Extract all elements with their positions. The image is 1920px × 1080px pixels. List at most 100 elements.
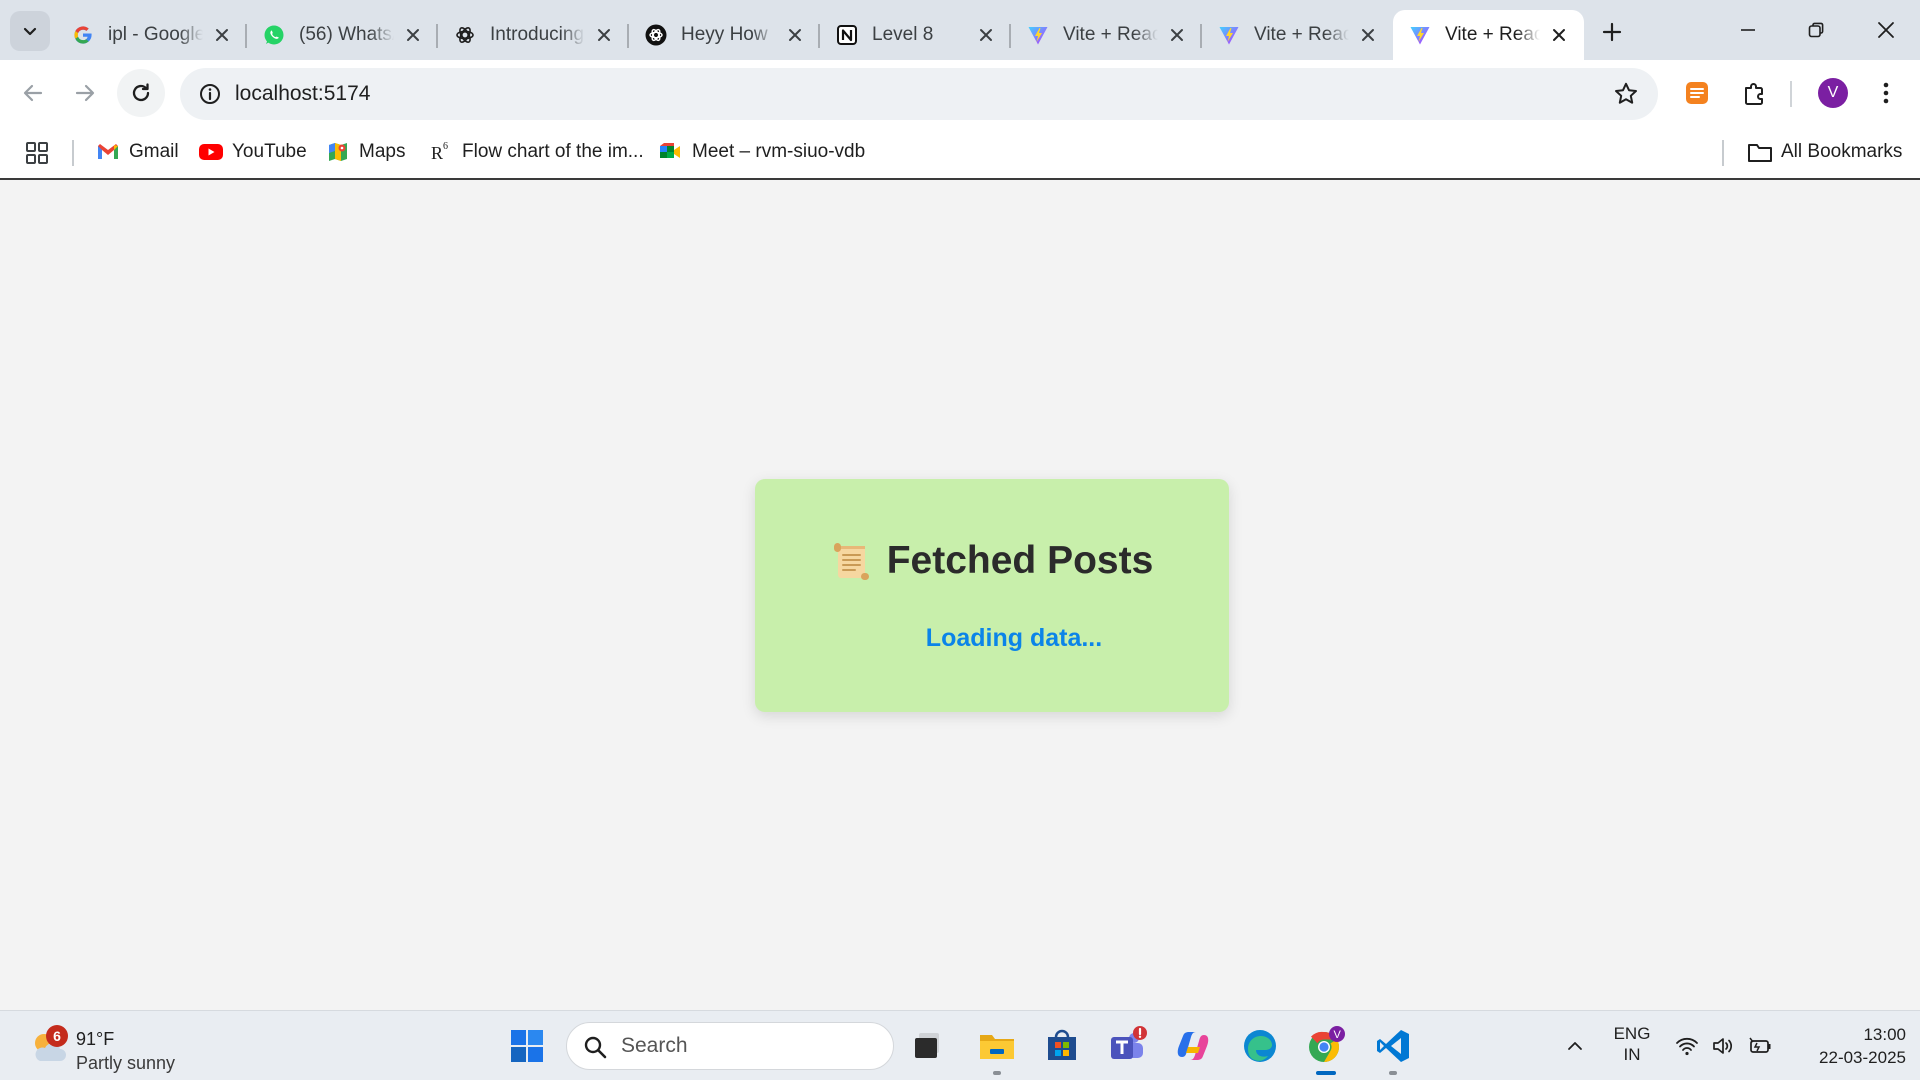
clock-date: 22-03-2025 xyxy=(1819,1048,1906,1067)
minimize-button[interactable] xyxy=(1726,8,1770,52)
address-bar[interactable]: localhost:5174 xyxy=(180,68,1658,120)
bookmark-label: Gmail xyxy=(129,141,179,162)
folder-icon xyxy=(980,1035,1014,1059)
microsoft-store-button[interactable] xyxy=(1040,1024,1084,1068)
tab-notion[interactable]: Level 8 xyxy=(820,10,1011,60)
tab-title: Vite + React xyxy=(1254,24,1349,45)
reload-icon xyxy=(132,83,150,102)
scroll-icon xyxy=(833,543,869,580)
close-icon[interactable] xyxy=(784,24,806,46)
show-hidden-icons[interactable] xyxy=(1558,1011,1592,1080)
volume-icon[interactable] xyxy=(1708,1011,1738,1080)
chevron-down-icon xyxy=(23,27,37,36)
bookmark-gmail[interactable]: Gmail xyxy=(95,126,179,178)
page-title: Fetched Posts xyxy=(886,539,1154,582)
tab-google[interactable]: ipl - Google Search xyxy=(56,10,247,60)
tab-whatsapp[interactable]: (56) WhatsApp xyxy=(247,10,438,60)
forward-button[interactable] xyxy=(61,69,109,117)
windows-logo-icon xyxy=(511,1030,543,1062)
bookmark-star-icon[interactable] xyxy=(1612,80,1640,108)
folder-icon xyxy=(1747,139,1773,165)
search-placeholder: Search xyxy=(621,1034,688,1057)
edge-button[interactable] xyxy=(1238,1024,1282,1068)
language-indicator[interactable]: ENG IN xyxy=(1606,1023,1658,1065)
arrow-left-icon xyxy=(23,84,43,102)
svg-text:R: R xyxy=(431,143,443,163)
store-icon xyxy=(1048,1029,1076,1060)
tab-vite-1[interactable]: Vite + React xyxy=(1011,10,1202,60)
svg-text:6: 6 xyxy=(443,141,448,152)
all-bookmarks-label: All Bookmarks xyxy=(1781,141,1903,162)
site-info-icon[interactable] xyxy=(192,76,228,112)
weather-temp: 91°F xyxy=(76,1029,115,1049)
tab-openai[interactable]: Introducing xyxy=(438,10,629,60)
start-button[interactable] xyxy=(505,1024,549,1068)
system-clock[interactable]: 13:00 22-03-2025 xyxy=(1786,1023,1906,1069)
tab-title: (56) WhatsApp xyxy=(299,24,394,45)
bookmark-maps[interactable]: Maps xyxy=(325,126,405,178)
menu-kebab-icon[interactable] xyxy=(1866,73,1906,113)
arrow-right-icon xyxy=(75,84,95,102)
copilot-icon xyxy=(1177,1032,1209,1060)
vite-icon xyxy=(1027,24,1049,46)
language-line2: IN xyxy=(1623,1045,1641,1064)
weather-condition: Partly sunny xyxy=(76,1053,176,1073)
profile-avatar[interactable]: V xyxy=(1818,78,1848,108)
tab-strip: ipl - Google Search (56) WhatsApp Introd… xyxy=(0,0,1920,60)
tab-chatgpt[interactable]: Heyy How xyxy=(629,10,820,60)
chrome-button[interactable]: V xyxy=(1304,1024,1348,1075)
teams-button[interactable] xyxy=(1105,1024,1149,1068)
battery-icon[interactable] xyxy=(1744,1011,1776,1080)
tab-vite-active[interactable]: Vite + React xyxy=(1393,10,1584,60)
copilot-button[interactable] xyxy=(1171,1024,1215,1068)
close-window-button[interactable] xyxy=(1864,8,1908,52)
chatgpt-icon xyxy=(645,24,667,46)
bookmark-flow-chart[interactable]: R6 Flow chart of the im... xyxy=(428,126,644,178)
posts-card: Fetched Posts Loading data... xyxy=(755,479,1229,712)
whatsapp-icon xyxy=(263,24,285,46)
close-icon[interactable] xyxy=(402,24,424,46)
task-view-button[interactable] xyxy=(906,1024,950,1068)
restore-button[interactable] xyxy=(1794,8,1838,52)
tab-search-button[interactable] xyxy=(10,11,50,51)
meet-icon xyxy=(658,139,684,165)
back-button[interactable] xyxy=(9,69,57,117)
edge-icon xyxy=(1244,1030,1276,1062)
bookmark-meet[interactable]: Meet – rvm-siuo-vdb xyxy=(658,126,865,178)
close-icon[interactable] xyxy=(593,24,615,46)
maps-icon xyxy=(325,139,351,165)
all-bookmarks-button[interactable]: All Bookmarks xyxy=(1747,126,1902,178)
task-view-icon xyxy=(915,1033,939,1058)
tab-vite-2[interactable]: Vite + React xyxy=(1202,10,1393,60)
bookmark-youtube[interactable]: YouTube xyxy=(198,126,307,178)
page-viewport: Fetched Posts Loading data... xyxy=(0,182,1920,1010)
weather-widget[interactable]: 6 91°F Partly sunny xyxy=(28,1019,208,1073)
vite-icon xyxy=(1409,24,1431,46)
google-icon xyxy=(72,24,94,46)
new-tab-button[interactable] xyxy=(1594,14,1630,50)
close-icon[interactable] xyxy=(211,24,233,46)
vscode-button[interactable] xyxy=(1371,1024,1415,1075)
r6-icon: R6 xyxy=(428,139,454,165)
bookmarks-bar: Gmail YouTube Maps R6 Flow chart of the … xyxy=(0,126,1920,180)
tab-title: ipl - Google Search xyxy=(108,24,203,45)
chrome-profile-badge: V xyxy=(1334,1029,1342,1041)
tab-title: Level 8 xyxy=(872,24,934,45)
close-icon[interactable] xyxy=(1357,24,1379,46)
close-icon[interactable] xyxy=(1166,24,1188,46)
file-explorer-button[interactable] xyxy=(975,1024,1019,1075)
apps-grid-icon[interactable] xyxy=(24,140,50,166)
chrome-icon: V xyxy=(1309,1026,1345,1062)
close-icon[interactable] xyxy=(1548,24,1570,46)
url-text[interactable]: localhost:5174 xyxy=(235,68,370,120)
extension-note-icon[interactable] xyxy=(1677,73,1717,113)
youtube-icon xyxy=(198,139,224,165)
gmail-icon xyxy=(95,139,121,165)
taskbar-search[interactable]: Search xyxy=(566,1022,894,1070)
weather-badge: 6 xyxy=(46,1025,68,1047)
wifi-icon[interactable] xyxy=(1672,1011,1702,1080)
extensions-puzzle-icon[interactable] xyxy=(1735,73,1775,113)
reload-button[interactable] xyxy=(117,69,165,117)
close-icon[interactable] xyxy=(975,24,997,46)
minimize-icon xyxy=(1741,29,1755,31)
